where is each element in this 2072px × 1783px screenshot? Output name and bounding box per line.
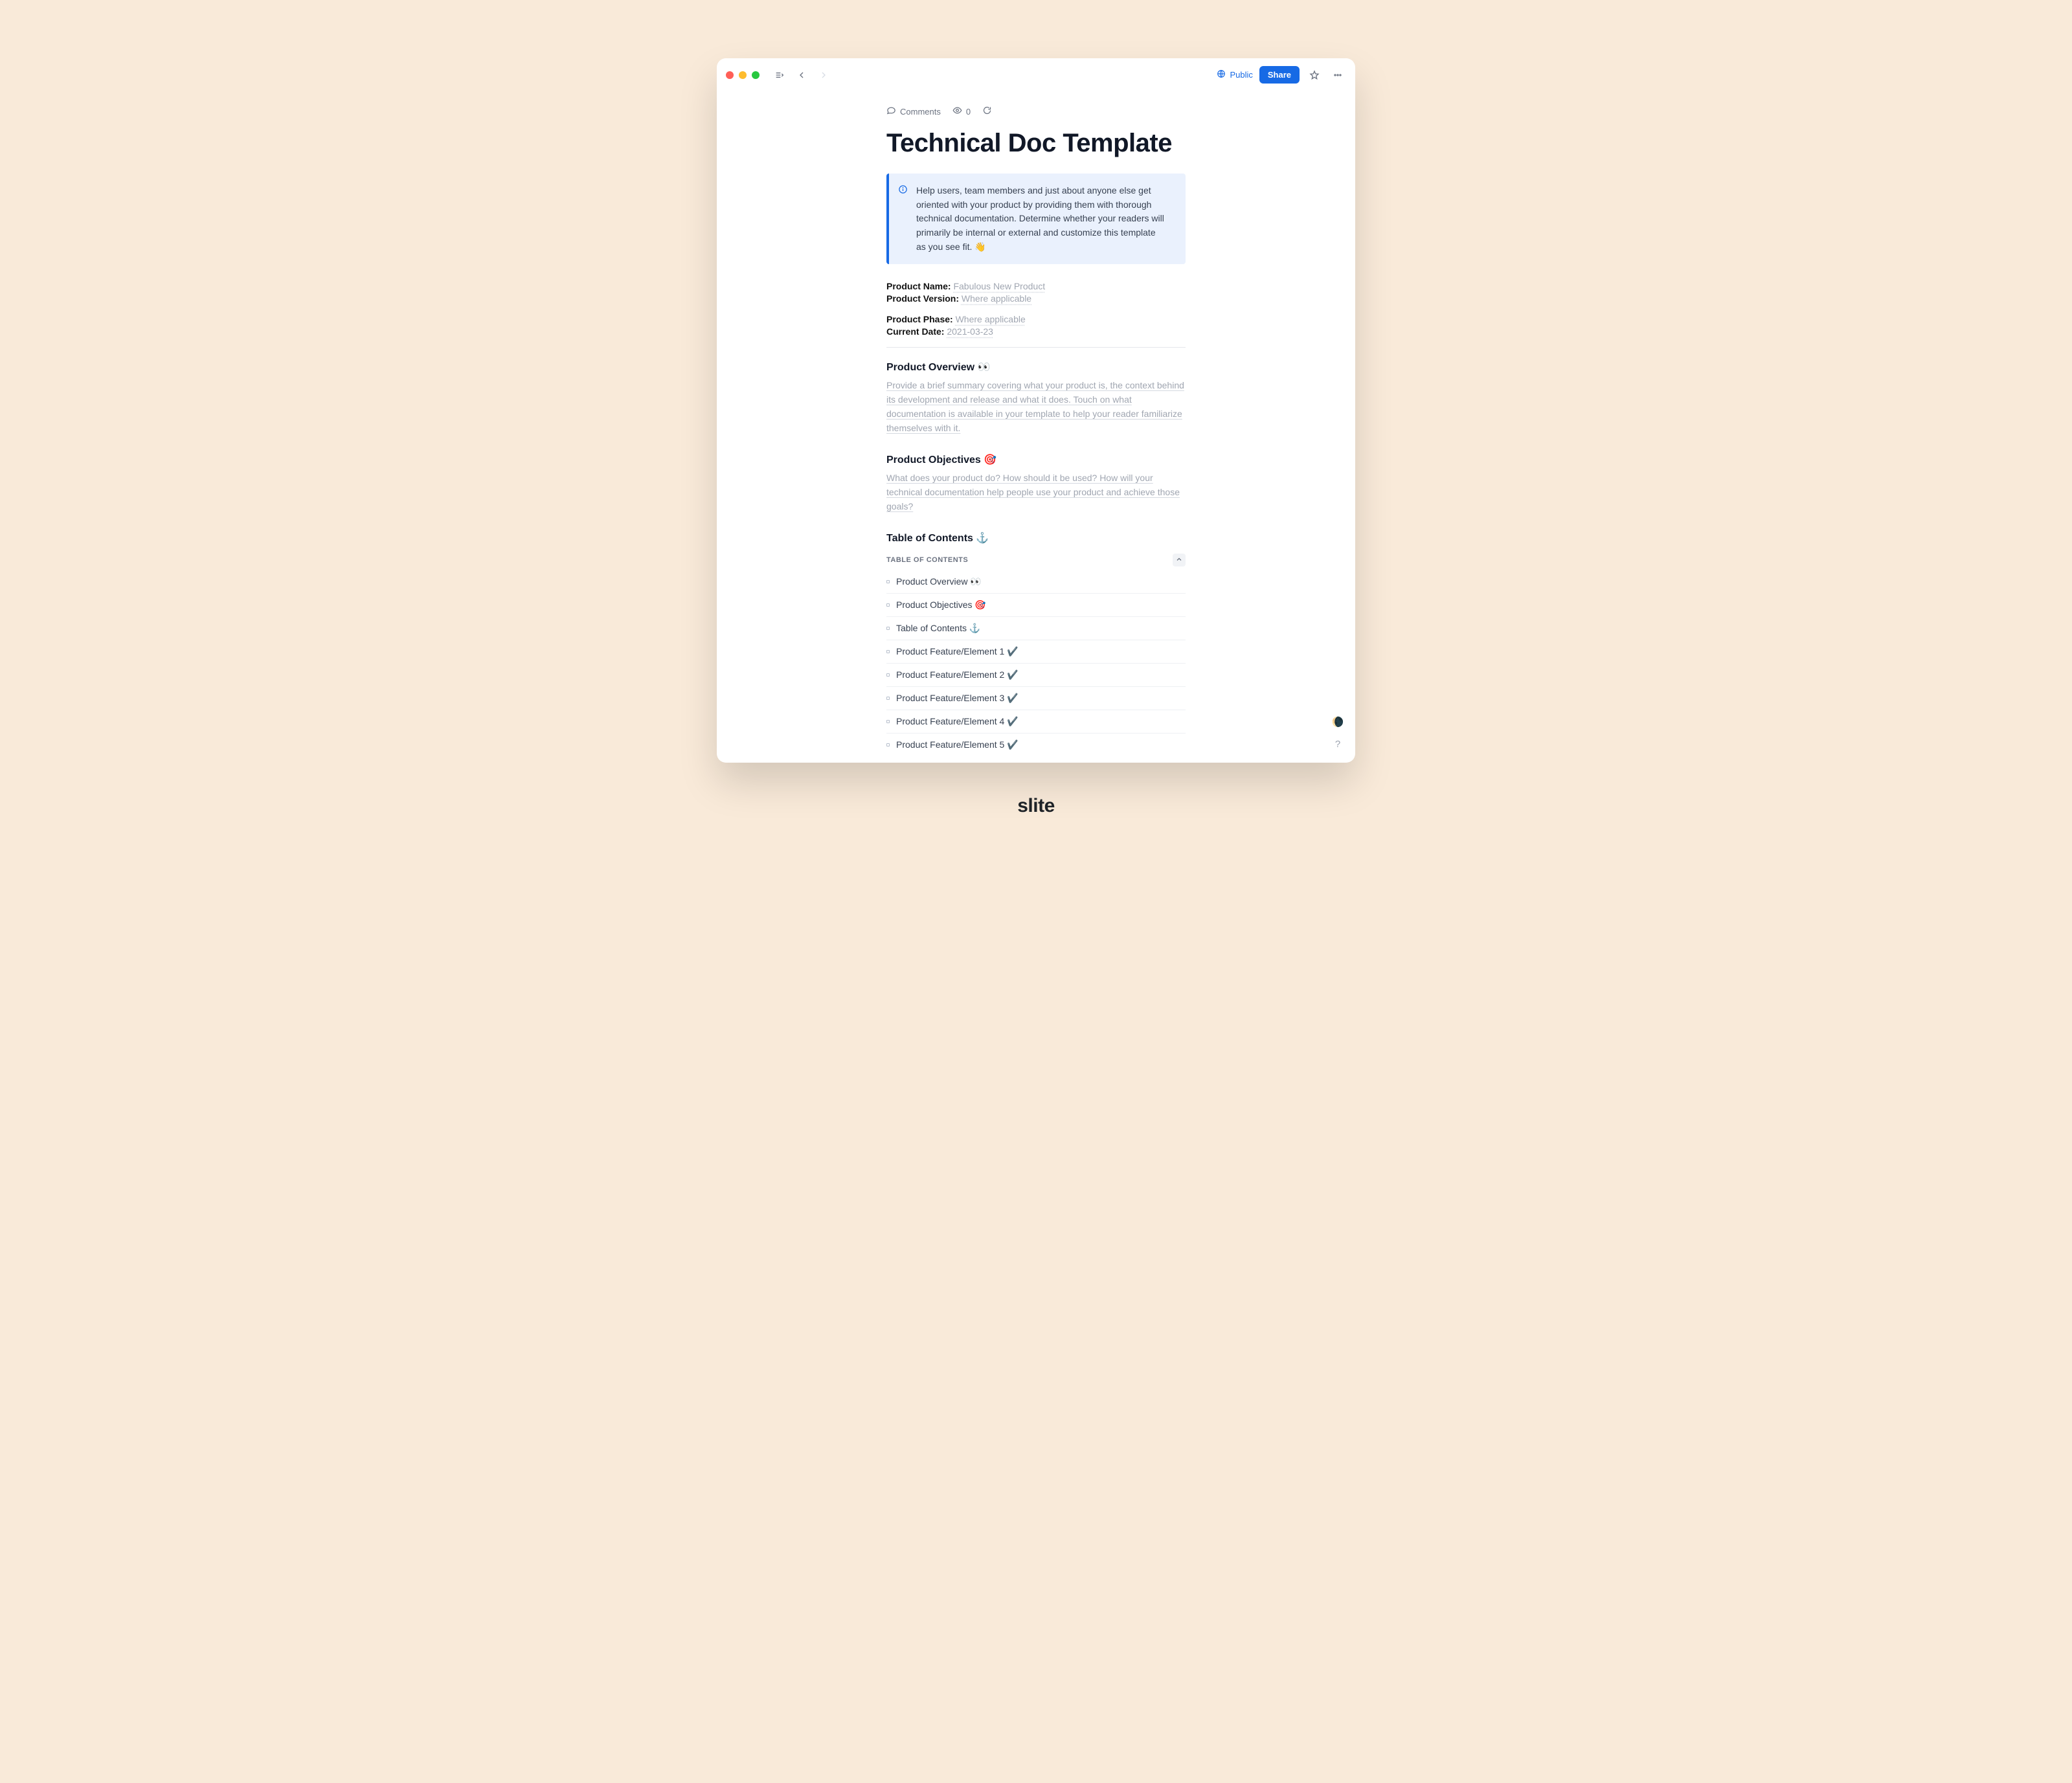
title-bar: Public Share: [717, 58, 1355, 87]
refresh-icon: [982, 106, 992, 117]
toc-item-label: Product Feature/Element 5 ✔️: [896, 739, 1019, 750]
window-controls: [726, 71, 760, 79]
comment-icon: [886, 106, 896, 117]
help-button[interactable]: ?: [1331, 737, 1345, 751]
comments-label: Comments: [900, 107, 941, 117]
visibility-label: Public: [1230, 70, 1252, 80]
section-divider: [886, 347, 1186, 348]
toc-item[interactable]: Table of Contents ⚓: [886, 616, 1186, 640]
info-callout-text: Help users, team members and just about …: [916, 185, 1164, 252]
page-title: Technical Doc Template: [886, 129, 1186, 158]
chevron-up-icon: [1175, 555, 1183, 565]
help-icon: ?: [1335, 739, 1340, 750]
bullet-icon: [886, 720, 890, 723]
product-version-label: Product Version:: [886, 293, 959, 304]
toc-item-label: Product Overview 👀: [896, 576, 982, 587]
refresh-button[interactable]: [982, 106, 992, 117]
toc-item[interactable]: Product Feature/Element 4 ✔️: [886, 710, 1186, 733]
toc-item-label: Product Feature/Element 3 ✔️: [896, 693, 1019, 704]
product-name-version-group: Product Name: Fabulous New Product Produ…: [886, 281, 1186, 304]
product-phase-field: Product Phase: Where applicable: [886, 314, 1186, 324]
current-date-value[interactable]: 2021-03-23: [947, 326, 993, 337]
nav-forward-button[interactable]: [815, 67, 832, 84]
comments-button[interactable]: Comments: [886, 106, 941, 117]
brand-logo: slite: [717, 795, 1355, 817]
toc-item[interactable]: Product Feature/Element 2 ✔️: [886, 663, 1186, 686]
title-bar-left: [726, 67, 832, 84]
product-version-value[interactable]: Where applicable: [962, 293, 1031, 304]
toc-item-label: Product Feature/Element 4 ✔️: [896, 716, 1019, 727]
current-date-field: Current Date: 2021-03-23: [886, 326, 1186, 337]
moon-icon: 🌘: [1332, 716, 1344, 728]
product-name-field: Product Name: Fabulous New Product: [886, 281, 1186, 291]
document-meta-row: Comments 0: [886, 106, 1186, 117]
toc-item-label: Product Feature/Element 1 ✔️: [896, 646, 1019, 657]
section-heading-overview: Product Overview 👀: [886, 361, 1186, 374]
window-zoom-button[interactable]: [752, 71, 760, 79]
section-heading-toc: Table of Contents ⚓: [886, 532, 1186, 544]
toc-item-label: Product Objectives 🎯: [896, 600, 986, 611]
bullet-icon: [886, 580, 890, 583]
bullet-icon: [886, 650, 890, 653]
globe-icon: [1217, 69, 1226, 80]
window-minimize-button[interactable]: [739, 71, 747, 79]
nav-back-button[interactable]: [793, 67, 810, 84]
product-phase-value[interactable]: Where applicable: [956, 314, 1026, 324]
objectives-placeholder[interactable]: What does your product do? How should it…: [886, 471, 1186, 513]
toc-header-row: TABLE OF CONTENTS: [886, 550, 1186, 570]
bullet-icon: [886, 743, 890, 746]
toc-label: TABLE OF CONTENTS: [886, 556, 968, 564]
favorite-button[interactable]: [1306, 67, 1323, 84]
product-phase-label: Product Phase:: [886, 314, 953, 324]
product-version-field: Product Version: Where applicable: [886, 293, 1186, 304]
window-close-button[interactable]: [726, 71, 734, 79]
toc-collapse-button[interactable]: [1173, 554, 1186, 566]
info-icon: [898, 185, 908, 194]
views-count: 0: [966, 107, 971, 117]
bullet-icon: [886, 603, 890, 607]
toc-list: Product Overview 👀 Product Objectives 🎯 …: [886, 570, 1186, 756]
product-name-label: Product Name:: [886, 281, 951, 291]
toc-item[interactable]: Product Feature/Element 5 ✔️: [886, 733, 1186, 756]
section-heading-objectives: Product Objectives 🎯: [886, 453, 1186, 466]
visibility-public-button[interactable]: Public: [1217, 69, 1252, 80]
toc-item-label: Table of Contents ⚓: [896, 623, 980, 634]
overview-placeholder[interactable]: Provide a brief summary covering what yo…: [886, 379, 1186, 435]
current-date-label: Current Date:: [886, 326, 944, 337]
document-body: Comments 0 Technical Doc Template: [886, 87, 1186, 756]
toc-item-label: Product Feature/Element 2 ✔️: [896, 669, 1019, 680]
bullet-icon: [886, 697, 890, 700]
product-name-value[interactable]: Fabulous New Product: [953, 281, 1045, 291]
eye-icon: [952, 106, 962, 117]
info-callout: Help users, team members and just about …: [886, 174, 1186, 264]
more-options-button[interactable]: [1329, 67, 1346, 84]
product-phase-date-group: Product Phase: Where applicable Current …: [886, 314, 1186, 337]
toggle-sidebar-icon[interactable]: [771, 67, 788, 84]
app-window: Public Share Comments: [717, 58, 1355, 763]
bullet-icon: [886, 627, 890, 630]
toc-item[interactable]: Product Overview 👀: [886, 570, 1186, 593]
share-button[interactable]: Share: [1259, 66, 1300, 84]
bullet-icon: [886, 673, 890, 677]
toc-item[interactable]: Product Objectives 🎯: [886, 593, 1186, 616]
table-of-contents: TABLE OF CONTENTS Product Overview 👀 Pro…: [886, 550, 1186, 756]
toc-item[interactable]: Product Feature/Element 1 ✔️: [886, 640, 1186, 663]
toc-item[interactable]: Product Feature/Element 3 ✔️: [886, 686, 1186, 710]
title-bar-right: Public Share: [1217, 66, 1346, 84]
views-counter[interactable]: 0: [952, 106, 971, 117]
theme-toggle-button[interactable]: 🌘: [1331, 715, 1345, 729]
